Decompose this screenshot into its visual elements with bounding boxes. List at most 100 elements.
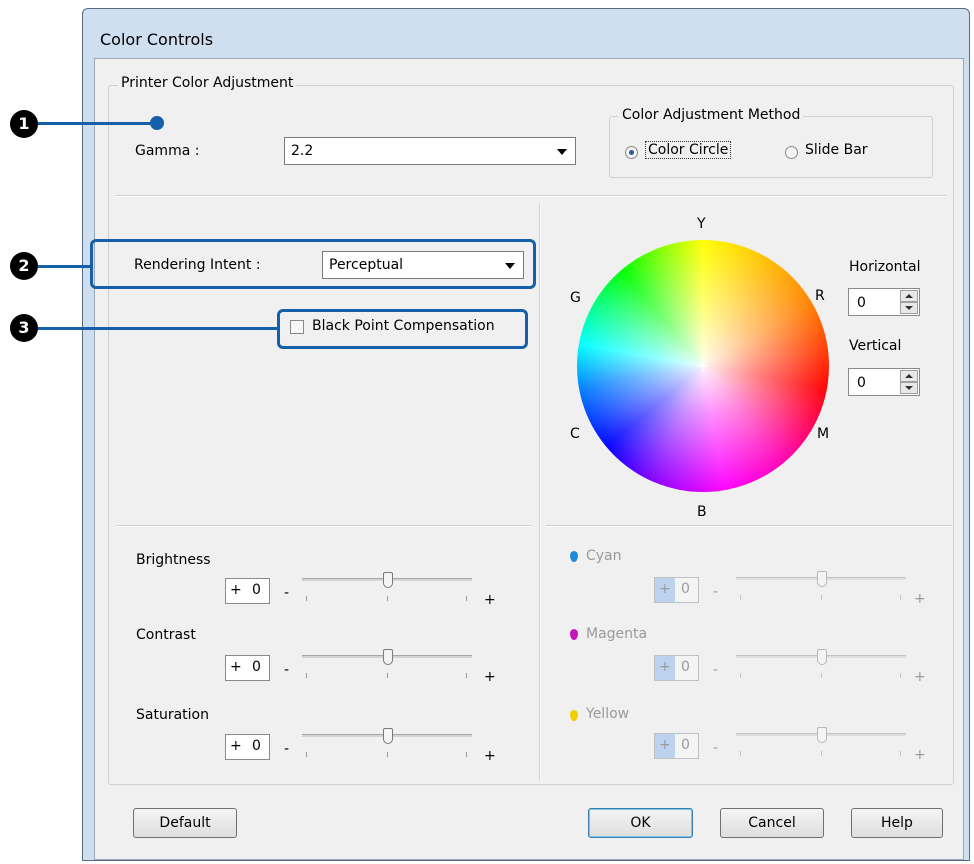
brightness-value: 0 (252, 582, 261, 598)
rendering-intent-combobox[interactable]: Perceptual (322, 251, 524, 279)
brightness-label: Brightness (136, 552, 211, 568)
wheel-label-m: M (817, 426, 830, 442)
gamma-value: 2.2 (291, 143, 314, 159)
spin-up-icon[interactable] (900, 290, 918, 302)
bpc-checkbox[interactable] (290, 320, 304, 334)
tick (306, 752, 307, 757)
tick (466, 596, 467, 601)
radio-color-circle[interactable] (625, 146, 638, 159)
ok-button[interactable]: OK (588, 808, 693, 838)
cyan-max: + (914, 591, 926, 607)
contrast-label: Contrast (136, 627, 196, 643)
rendering-intent-value: Perceptual (329, 257, 404, 273)
tick (740, 595, 741, 600)
radio-slide-bar[interactable] (785, 146, 798, 159)
separator-top (116, 195, 946, 197)
yellow-value: 0 (681, 737, 690, 753)
cyan-value-box: + 0 (654, 577, 699, 603)
cyan-min: - (713, 584, 719, 600)
gamma-label: Gamma : (135, 143, 200, 159)
group-title: Printer Color Adjustment (118, 75, 297, 91)
brightness-sign: + (230, 582, 242, 598)
tick (387, 673, 388, 678)
magenta-value-box: + 0 (654, 655, 699, 681)
color-circle-crosshair: + (695, 356, 711, 377)
wheel-label-b: B (697, 504, 707, 520)
cancel-button[interactable]: Cancel (720, 808, 824, 838)
yellow-max: + (914, 747, 926, 763)
contrast-max: + (484, 669, 496, 685)
cyan-label: Cyan (586, 548, 622, 564)
wheel-label-g: G (570, 290, 581, 306)
cyan-thumb (817, 571, 827, 587)
spin-down-icon[interactable] (900, 382, 918, 394)
saturation-min: - (284, 741, 290, 757)
magenta-sign: + (659, 659, 671, 675)
vertical-label: Vertical (849, 338, 902, 354)
tick (306, 673, 307, 678)
gamma-combobox[interactable]: 2.2 (284, 137, 576, 165)
magenta-max: + (914, 669, 926, 685)
spin-down-icon[interactable] (900, 302, 918, 314)
tick (900, 673, 901, 678)
tick (387, 752, 388, 757)
separator-left (116, 525, 532, 527)
cyan-sign: + (659, 581, 671, 597)
window-title: Color Controls (100, 30, 214, 49)
method-group-title: Color Adjustment Method (619, 107, 804, 123)
callout-2-leader (38, 265, 90, 268)
contrast-min: - (284, 662, 290, 678)
wheel-label-y: Y (697, 216, 706, 232)
tick (466, 673, 467, 678)
yellow-value-box: + 0 (654, 733, 699, 759)
brightness-thumb[interactable] (383, 572, 393, 588)
callout-1-pointer (150, 116, 164, 130)
vertical-value: 0 (857, 375, 866, 391)
horizontal-label: Horizontal (849, 259, 921, 275)
tick (387, 596, 388, 601)
tick (900, 595, 901, 600)
separator-right (546, 525, 952, 527)
contrast-thumb[interactable] (383, 649, 393, 665)
saturation-value: 0 (252, 738, 261, 754)
vertical-spinner[interactable]: 0 (848, 368, 920, 396)
callout-3: 3 (10, 314, 38, 342)
saturation-thumb[interactable] (383, 728, 393, 744)
contrast-value-box[interactable]: + 0 (225, 655, 270, 681)
chevron-down-icon (505, 263, 515, 269)
contrast-sign: + (230, 659, 242, 675)
magenta-value: 0 (681, 659, 690, 675)
magenta-label: Magenta (586, 626, 648, 642)
saturation-max: + (484, 748, 496, 764)
cyan-value: 0 (681, 581, 690, 597)
callout-1-leader (38, 122, 156, 125)
tick (740, 673, 741, 678)
tick (466, 752, 467, 757)
yellow-min: - (713, 740, 719, 756)
saturation-sign: + (230, 738, 242, 754)
magenta-min: - (713, 662, 719, 678)
bpc-label[interactable]: Black Point Compensation (312, 318, 495, 334)
tick (306, 596, 307, 601)
spin-up-icon[interactable] (900, 370, 918, 382)
wheel-label-r: R (815, 288, 825, 304)
radio-color-circle-label[interactable]: Color Circle (645, 141, 732, 159)
default-button[interactable]: Default (133, 808, 237, 838)
radio-slide-bar-label[interactable]: Slide Bar (805, 142, 868, 158)
separator-vertical (539, 203, 541, 781)
horizontal-value: 0 (857, 295, 866, 311)
horizontal-spinner[interactable]: 0 (848, 288, 920, 316)
callout-3-leader (38, 327, 278, 330)
brightness-max: + (484, 592, 496, 608)
help-button[interactable]: Help (851, 808, 943, 838)
callout-1: 1 (10, 110, 38, 138)
rendering-intent-label: Rendering Intent : (134, 257, 261, 273)
yellow-sign: + (659, 737, 671, 753)
brightness-min: - (284, 585, 290, 601)
tick (821, 673, 822, 678)
tick (900, 751, 901, 756)
saturation-value-box[interactable]: + 0 (225, 734, 270, 760)
saturation-label: Saturation (136, 707, 209, 723)
contrast-value: 0 (252, 659, 261, 675)
brightness-value-box[interactable]: + 0 (225, 578, 270, 604)
